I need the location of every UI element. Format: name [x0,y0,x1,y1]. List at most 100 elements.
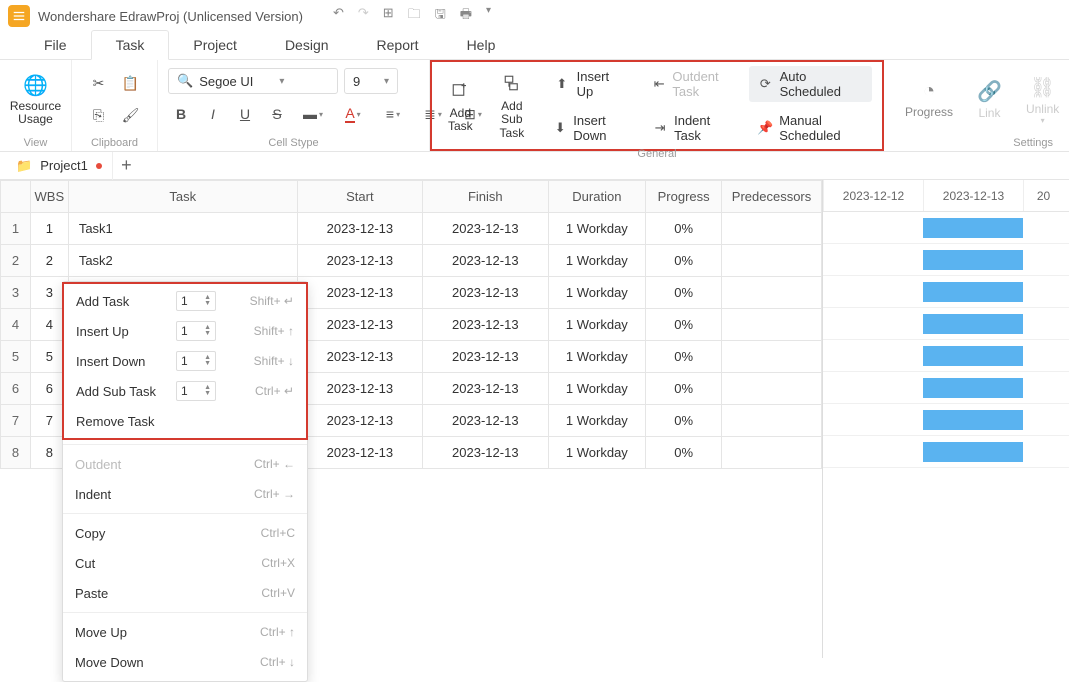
indent-task-button[interactable]: ⇥Indent Task [644,110,741,146]
cell-duration[interactable]: 1 Workday [548,405,646,437]
font-color-button[interactable]: A▾ [336,102,370,126]
qat-more-icon[interactable]: ▾ [486,5,491,27]
gantt-pane[interactable]: 2023-12-12 2023-12-13 20 [823,180,1069,658]
cell-start[interactable]: 2023-12-13 [297,213,422,245]
cell-duration[interactable]: 1 Workday [548,213,646,245]
insert-down-count-spinner[interactable]: 1▲▼ [176,351,216,371]
ctx-add-task[interactable]: Add Task 1▲▼ Shift+ ↵ [64,286,306,316]
open-icon[interactable]: 🗀 [408,5,421,27]
cell-predecessors[interactable] [722,405,822,437]
tab-design[interactable]: Design [261,31,353,59]
copy-icon[interactable]: ⎘ [86,104,112,128]
ctx-cut[interactable]: CutCtrl+X [63,548,307,578]
save-icon[interactable]: 🖫 [435,5,446,27]
gantt-bar[interactable] [923,218,1023,238]
cell-duration[interactable]: 1 Workday [548,341,646,373]
fill-color-button[interactable]: ▬▾ [296,102,330,126]
cell-progress[interactable]: 0% [646,373,722,405]
corner-cell[interactable] [1,181,31,213]
gantt-bar[interactable] [923,378,1023,398]
cell-progress[interactable]: 0% [646,341,722,373]
tab-help[interactable]: Help [443,31,520,59]
gantt-date[interactable]: 2023-12-12 [823,180,923,211]
gantt-row[interactable] [823,244,1069,276]
add-task-button[interactable]: Add Task [438,66,483,146]
gantt-row[interactable] [823,340,1069,372]
table-row[interactable]: 11Task12023-12-132023-12-131 Workday0% [1,213,822,245]
gantt-bar[interactable] [923,250,1023,270]
ctx-paste[interactable]: PasteCtrl+V [63,578,307,608]
cell-start[interactable]: 2023-12-13 [297,373,422,405]
ctx-copy[interactable]: CopyCtrl+C [63,518,307,548]
cell-progress[interactable]: 0% [646,277,722,309]
cell-progress[interactable]: 0% [646,245,722,277]
tab-file[interactable]: File [20,31,91,59]
cell-finish[interactable]: 2023-12-13 [423,245,548,277]
cell-predecessors[interactable] [722,309,822,341]
row-header[interactable]: 1 [1,213,31,245]
cell-predecessors[interactable] [722,341,822,373]
row-header[interactable]: 6 [1,373,31,405]
gantt-date[interactable]: 2023-12-13 [923,180,1023,211]
gantt-bar[interactable] [923,314,1023,334]
insert-up-button[interactable]: ⬆Insert Up [545,66,636,102]
ctx-move-down[interactable]: Move DownCtrl+ ↓ [63,647,307,677]
tab-task[interactable]: Task [91,30,170,60]
gantt-bar[interactable] [923,346,1023,366]
col-predecessors[interactable]: Predecessors [722,181,822,213]
outdent-task-button[interactable]: ⇤Outdent Task [644,66,741,102]
gantt-bar[interactable] [923,282,1023,302]
redo-icon[interactable]: ↷ [358,5,369,27]
gantt-row[interactable] [823,276,1069,308]
col-wbs[interactable]: WBS [30,181,68,213]
cell-duration[interactable]: 1 Workday [548,245,646,277]
cell-start[interactable]: 2023-12-13 [297,405,422,437]
cut-icon[interactable]: ✂ [86,72,112,96]
auto-scheduled-button[interactable]: ⟳Auto Scheduled [749,66,872,102]
cell-start[interactable]: 2023-12-13 [297,437,422,469]
cell-finish[interactable]: 2023-12-13 [423,277,548,309]
font-size-select[interactable]: 9 ▾ [344,68,398,94]
insert-down-button[interactable]: ⬇Insert Down [545,110,636,146]
resource-usage-button[interactable]: 🌐 Resource Usage [2,69,69,130]
cell-start[interactable]: 2023-12-13 [297,309,422,341]
cell-duration[interactable]: 1 Workday [548,309,646,341]
cell-progress[interactable]: 0% [646,405,722,437]
ctx-move-up[interactable]: Move UpCtrl+ ↑ [63,617,307,647]
gantt-row[interactable] [823,372,1069,404]
tab-project[interactable]: Project [169,31,261,59]
row-header[interactable]: 3 [1,277,31,309]
cell-task[interactable]: Task2 [68,245,297,277]
gantt-date[interactable]: 20 [1023,180,1063,211]
cell-start[interactable]: 2023-12-13 [297,341,422,373]
gantt-bar[interactable] [923,410,1023,430]
table-row[interactable]: 22Task22023-12-132023-12-131 Workday0% [1,245,822,277]
cell-finish[interactable]: 2023-12-13 [423,373,548,405]
cell-duration[interactable]: 1 Workday [548,437,646,469]
italic-button[interactable]: I [200,102,226,126]
align-button[interactable]: ≡▾ [376,102,410,126]
cell-progress[interactable]: 0% [646,309,722,341]
cell-predecessors[interactable] [722,437,822,469]
gantt-row[interactable] [823,212,1069,244]
ctx-outdent[interactable]: OutdentCtrl+ ← [63,449,307,479]
undo-icon[interactable]: ↶ [333,5,344,27]
ctx-insert-up[interactable]: Insert Up 1▲▼ Shift+ ↑ [64,316,306,346]
add-sub-task-button[interactable]: Add Sub Task [483,66,541,146]
project-tab[interactable]: 📁 Project1 [6,152,112,179]
paste-icon[interactable]: 📋 [118,72,144,96]
ctx-remove-task[interactable]: Remove Task [64,406,306,436]
row-header[interactable]: 8 [1,437,31,469]
add-sub-count-spinner[interactable]: 1▲▼ [176,381,216,401]
cell-finish[interactable]: 2023-12-13 [423,213,548,245]
cell-predecessors[interactable] [722,245,822,277]
gantt-row[interactable] [823,404,1069,436]
bold-button[interactable]: B [168,102,194,126]
link-button[interactable]: 🔗Link [967,75,1012,124]
row-header[interactable]: 7 [1,405,31,437]
cell-progress[interactable]: 0% [646,437,722,469]
cell-start[interactable]: 2023-12-13 [297,245,422,277]
cell-duration[interactable]: 1 Workday [548,277,646,309]
new-icon[interactable]: ⊞ [383,5,394,27]
add-project-tab[interactable]: + [112,152,140,180]
